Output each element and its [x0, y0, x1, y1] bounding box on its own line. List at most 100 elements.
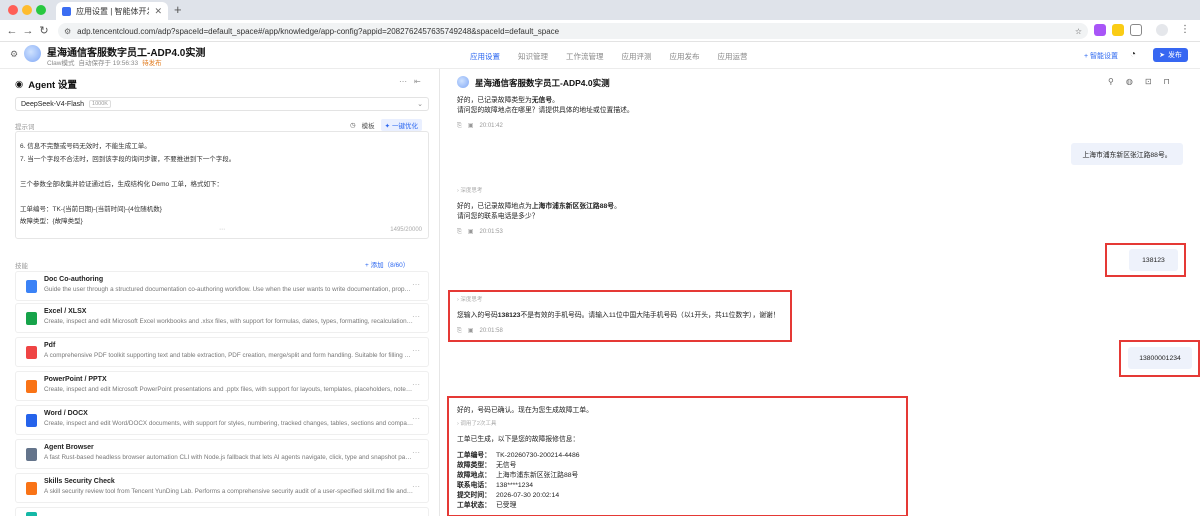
more-icon[interactable]: ⋯: [412, 346, 420, 355]
prompt-textarea[interactable]: 6. 信息不完整或号码无效时，不能生成工单。 7. 当一个字段不合法时，回到该字…: [15, 131, 429, 239]
tab-evaluation[interactable]: 应用评测: [622, 51, 652, 62]
tab-operations[interactable]: 应用运营: [718, 51, 748, 62]
chat-title: 星海通信客服数字员工-ADP4.0实测: [475, 78, 610, 88]
url-input[interactable]: ⚙ adp.tencentcloud.com/adp?spaceId=defau…: [58, 23, 1088, 39]
skill-card[interactable]: Pdf A comprehensive PDF toolkit supporti…: [15, 337, 429, 367]
reload-icon[interactable]: ↻: [36, 24, 52, 37]
extension-icon[interactable]: [1094, 24, 1106, 36]
skill-card[interactable]: [15, 507, 429, 516]
more-icon[interactable]: ⋯: [412, 312, 420, 321]
browser-menu-icon[interactable]: ⋮: [1180, 24, 1192, 36]
skill-card[interactable]: PowerPoint / PPTX Create, inspect and ed…: [15, 371, 429, 401]
feedback-icon[interactable]: ▣: [468, 326, 474, 336]
window-maximize-button[interactable]: [36, 5, 46, 15]
site-info-icon[interactable]: ⚙: [64, 27, 71, 36]
settings-icon[interactable]: ⊡: [1145, 77, 1152, 86]
feedback-icon[interactable]: ▣: [468, 121, 474, 131]
more-icon[interactable]: ⋯: [412, 482, 420, 491]
skill-description: A fast Rust-based headless browser autom…: [44, 454, 414, 461]
skill-description: Guide the user through a structured docu…: [44, 286, 414, 293]
message-meta: ⎘ ▣ 20:01:42: [457, 121, 634, 131]
resize-handle[interactable]: ⋯: [219, 224, 225, 237]
document-icon: [26, 280, 37, 293]
prompt-line: 三个参数全部收集并验证通过后，生成结构化 Demo 工单，格式如下：: [20, 180, 223, 188]
forward-icon[interactable]: →: [20, 25, 36, 37]
copy-icon[interactable]: ⎘: [457, 326, 462, 336]
optimize-label: 一键优化: [391, 123, 418, 130]
publish-button[interactable]: ➤ 发布: [1153, 48, 1188, 62]
context-length-tag: 1000K: [89, 100, 111, 108]
more-icon[interactable]: ⋯: [412, 380, 420, 389]
user-message: 138123: [1129, 249, 1178, 271]
skill-card[interactable]: Agent Browser A fast Rust-based headless…: [15, 439, 429, 469]
close-tab-icon[interactable]: ✕: [154, 6, 162, 17]
feedback-icon[interactable]: ▣: [468, 227, 474, 237]
skill-card[interactable]: Doc Co-authoring Guide the user through …: [15, 271, 429, 301]
profile-avatar-icon[interactable]: [1156, 24, 1168, 36]
top-nav: 应用设置 知识管理 工作流管理 应用评测 应用发布 应用运营: [470, 51, 748, 62]
chat-toolbar: ⚲ ◍ ⊡ ⊓: [1108, 77, 1170, 86]
message-highlight: 无信号: [531, 97, 553, 104]
copy-icon[interactable]: ⎘: [457, 227, 462, 237]
skill-description: A comprehensive PDF toolkit supporting t…: [44, 352, 414, 359]
skill-card[interactable]: Word / DOCX Create, inspect and edit Wor…: [15, 405, 429, 435]
think-label: 深度思考: [460, 297, 483, 303]
more-icon[interactable]: ⋯: [412, 280, 420, 289]
message-highlight: 138123: [497, 312, 521, 319]
app-menu-icon[interactable]: ⚙: [10, 49, 18, 60]
debug-icon[interactable]: ◍: [1126, 77, 1133, 86]
skill-card[interactable]: Excel / XLSX Create, inspect and edit Mi…: [15, 303, 429, 333]
notification-icon[interactable]: ◔: [1130, 49, 1136, 60]
message-time: 20:01:42: [479, 123, 503, 129]
puzzle-extensions-icon[interactable]: [1130, 24, 1142, 36]
link-icon[interactable]: ⚲: [1108, 77, 1114, 86]
message-text: 好的，已记录故障地点为: [457, 203, 532, 210]
skill-card[interactable]: Skills Security Check A skill security r…: [15, 473, 429, 503]
field-value: 无信号: [495, 462, 517, 469]
tab-app-settings[interactable]: 应用设置: [470, 51, 500, 62]
prompt-line: [20, 166, 424, 179]
message-text: 好的，已记录故障类型为: [457, 97, 532, 104]
window-close-button[interactable]: [8, 5, 18, 15]
more-icon[interactable]: ⋯: [412, 414, 420, 423]
tab-knowledge[interactable]: 知识管理: [518, 51, 548, 62]
skill-name: Doc Co-authoring: [44, 276, 104, 283]
tab-publish[interactable]: 应用发布: [670, 51, 700, 62]
send-icon: ➤: [1159, 52, 1165, 59]
message-text: 请问您的联系电话是多少？: [457, 213, 539, 220]
collapse-icon[interactable]: ⇤: [414, 77, 421, 86]
skill-name: Excel / XLSX: [44, 308, 87, 315]
robot-icon: ◉: [15, 78, 24, 90]
smart-settings-button[interactable]: + 智能设置: [1084, 51, 1118, 61]
field-key: 故障类型：: [457, 462, 491, 469]
browser-tab[interactable]: 应用设置 | 智能体开发平台 ✕: [56, 2, 168, 20]
deep-thinking-toggle[interactable]: › 深度思考: [457, 186, 621, 196]
word-icon: [26, 414, 37, 427]
skill-description: Create, inspect and edit Word/DOCX docum…: [44, 420, 414, 427]
bookmark-star-icon[interactable]: ☆: [1075, 27, 1082, 36]
ticket-field: 工单状态： 已受理: [457, 501, 593, 511]
lock-icon[interactable]: ⊓: [1164, 77, 1170, 86]
message-text: 您输入的号码: [457, 312, 498, 319]
bot-avatar: [457, 76, 469, 88]
tool-calls-toggle[interactable]: › 调用了2次工具: [457, 419, 593, 429]
message-time: 20:01:58: [479, 328, 503, 334]
template-button[interactable]: 模板: [362, 120, 375, 130]
skill-description: Create, inspect and edit Microsoft Excel…: [44, 318, 414, 325]
tab-workflow[interactable]: 工作流管理: [566, 51, 604, 62]
optimize-button[interactable]: ✦ 一键优化: [380, 119, 422, 131]
add-skill-button[interactable]: + 添加（8/60）: [365, 259, 409, 269]
back-icon[interactable]: ←: [4, 25, 20, 37]
extension-icon[interactable]: [1112, 24, 1124, 36]
skill-name: Pdf: [44, 342, 56, 349]
history-icon[interactable]: ◷: [350, 121, 356, 129]
new-tab-button[interactable]: +: [174, 2, 182, 17]
deep-thinking-toggle[interactable]: › 深度思考: [457, 295, 780, 305]
user-message: 13800001234: [1128, 347, 1192, 369]
more-icon[interactable]: ⋯: [399, 77, 407, 86]
window-minimize-button[interactable]: [22, 5, 32, 15]
more-icon[interactable]: ⋯: [412, 448, 420, 457]
copy-icon[interactable]: ⎘: [457, 121, 462, 131]
mode-label[interactable]: Claw模式: [47, 57, 74, 67]
model-select[interactable]: DeepSeek-V4-Flash 1000K ⌄: [15, 97, 429, 111]
